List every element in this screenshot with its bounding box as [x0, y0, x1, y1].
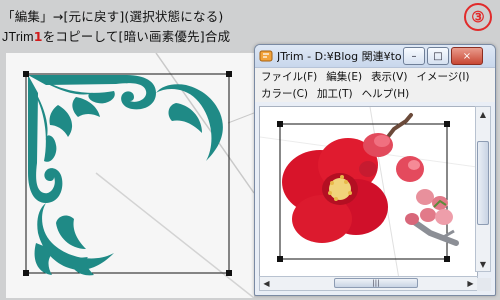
horizontal-scrollbar[interactable]: ◀ ||| ▶: [259, 276, 478, 291]
scroll-right-arrow-icon[interactable]: ▶: [464, 277, 477, 290]
selection-handle-bottom-left[interactable]: [23, 270, 29, 276]
window-title: JTrim - D:¥Blog 関連¥to...: [277, 50, 401, 63]
close-button[interactable]: ×: [451, 47, 483, 65]
menu-help[interactable]: ヘルプ(H): [362, 86, 410, 101]
app-name: JTrim: [2, 30, 34, 44]
selection-handle-bottom-right[interactable]: [226, 270, 232, 276]
ornament-canvas: [6, 53, 254, 298]
instruction-text: をコピーして[暗い画素優先]合成: [42, 29, 231, 44]
menu-row-1: ファイル(F) 編集(E) 表示(V) イメージ(I): [255, 68, 495, 85]
ornament-image: [6, 53, 254, 298]
menu-row-2: カラー(C) 加工(T) ヘルプ(H): [255, 85, 495, 102]
scroll-up-arrow-icon[interactable]: ▲: [476, 107, 490, 121]
step-number-badge: ③: [464, 3, 492, 31]
app-name-digit: 1: [33, 29, 43, 44]
image-canvas[interactable]: [259, 106, 478, 286]
menu-bar: ファイル(F) 編集(E) 表示(V) イメージ(I) カラー(C) 加工(T)…: [255, 68, 495, 102]
menu-color[interactable]: カラー(C): [261, 86, 308, 101]
menu-process[interactable]: 加工(T): [317, 86, 353, 101]
selection-handle-top-right[interactable]: [444, 121, 450, 127]
vertical-scrollbar[interactable]: ▲ ▼: [475, 106, 491, 272]
vertical-scroll-thumb[interactable]: [477, 141, 489, 225]
instruction-line-1: 「編集」→[元に戻す](選択状態になる): [2, 9, 224, 24]
minimize-button[interactable]: –: [403, 47, 425, 65]
selection-handle-bottom-right[interactable]: [444, 256, 450, 262]
selection-handle-top-left[interactable]: [23, 71, 29, 77]
menu-edit[interactable]: 編集(E): [326, 69, 362, 84]
selection-handle-top-right[interactable]: [226, 71, 232, 77]
window-titlebar[interactable]: JTrim - D:¥Blog 関連¥to... – □ ×: [255, 45, 495, 68]
instruction-line-2: JTrim1をコピーして[暗い画素優先]合成: [2, 26, 230, 45]
scroll-down-arrow-icon[interactable]: ▼: [476, 257, 490, 271]
menu-image[interactable]: イメージ(I): [416, 69, 469, 84]
menu-file[interactable]: ファイル(F): [261, 69, 317, 84]
horizontal-scroll-thumb[interactable]: |||: [334, 278, 418, 288]
maximize-button[interactable]: □: [427, 47, 449, 65]
menu-view[interactable]: 表示(V): [371, 69, 407, 84]
selection-handle-top-left[interactable]: [277, 121, 283, 127]
selection-handle-bottom-left[interactable]: [277, 256, 283, 262]
size-grip[interactable]: [477, 278, 491, 291]
scroll-left-arrow-icon[interactable]: ◀: [260, 277, 273, 290]
flower-image: [260, 107, 477, 285]
jtrim-app-icon: [259, 50, 273, 62]
jtrim-window: JTrim - D:¥Blog 関連¥to... – □ × ファイル(F) 編…: [254, 44, 496, 296]
